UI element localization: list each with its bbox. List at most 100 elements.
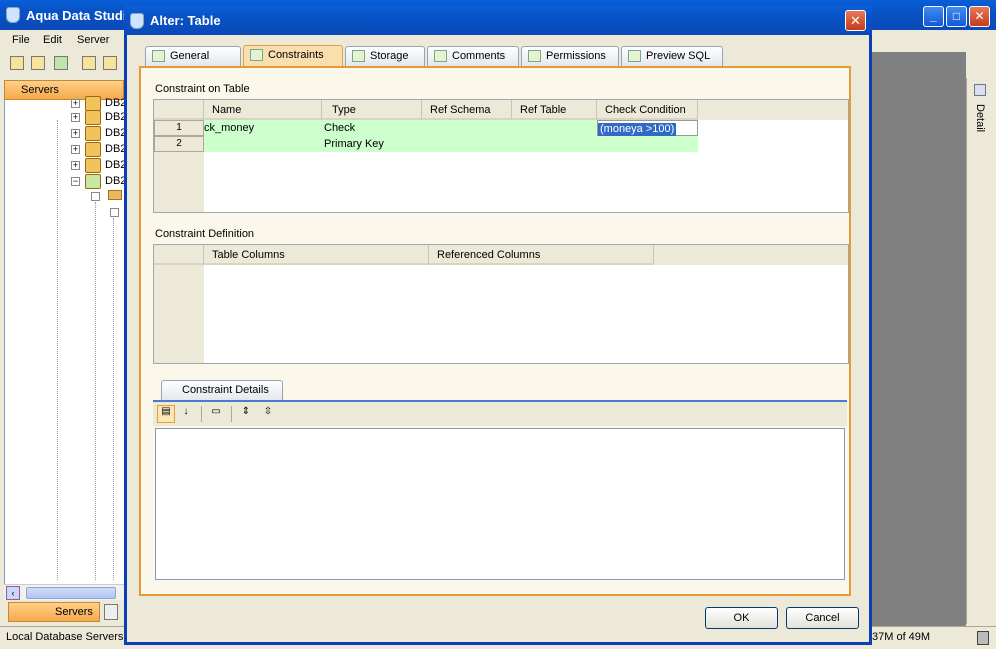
cell-type[interactable]: Primary Key	[322, 136, 422, 152]
servers-tab-label: Servers	[55, 606, 93, 618]
ok-button[interactable]: OK	[705, 607, 778, 629]
row-number[interactable]: 1	[154, 120, 204, 136]
cell-name[interactable]	[204, 136, 322, 152]
col-header-table-columns[interactable]: Table Columns	[204, 245, 429, 265]
database-icon	[85, 158, 101, 173]
toolbar-separator	[201, 406, 202, 422]
cell-check-condition[interactable]	[597, 136, 698, 152]
collapse-icon[interactable]: −	[71, 177, 80, 186]
dialog-app-icon	[130, 13, 144, 29]
tree-guide-line	[113, 218, 114, 580]
grid-header: Name Type Ref Schema Ref Table Check Con…	[154, 100, 848, 120]
table-icon[interactable]	[54, 56, 68, 70]
detail-label[interactable]: Detail	[974, 104, 986, 132]
cell-ref-table[interactable]	[512, 136, 597, 152]
tab-label: Comments	[452, 50, 506, 62]
memory-status: 37M of 49M	[872, 631, 931, 643]
tab-label: Permissions	[546, 50, 606, 62]
new-server-icon[interactable]	[10, 56, 24, 70]
col-header-name[interactable]: Name	[204, 100, 322, 120]
servers-tab[interactable]: Servers	[8, 602, 100, 622]
main-window-title: Aqua Data Studi	[26, 8, 127, 23]
grid-corner	[154, 100, 204, 120]
row-number[interactable]: 2	[154, 136, 204, 152]
collapse-all-icon[interactable]: ⇳	[259, 405, 277, 423]
main-toolbar	[0, 52, 124, 76]
cancel-button[interactable]: Cancel	[786, 607, 859, 629]
app-icon	[6, 7, 20, 23]
tree-guide-line	[57, 120, 58, 580]
constraint-details-tab[interactable]: Constraint Details	[161, 380, 283, 400]
servers-panel-title: Servers	[21, 84, 59, 96]
definition-grid[interactable]: Table Columns Referenced Columns	[153, 244, 849, 364]
dialog-titlebar: Alter: Table ✕	[124, 6, 872, 35]
constraint-on-table-label: Constraint on Table	[155, 83, 250, 95]
expand-icon[interactable]: +	[71, 129, 80, 138]
tab-constraints[interactable]: Constraints	[243, 45, 343, 67]
col-header-referenced-columns[interactable]: Referenced Columns	[429, 245, 654, 265]
unregister-icon[interactable]	[103, 56, 117, 70]
col-header-ref-table[interactable]: Ref Table	[512, 100, 597, 120]
collapse-icon[interactable]	[91, 192, 100, 201]
constraints-grid[interactable]: Name Type Ref Schema Ref Table Check Con…	[153, 99, 849, 213]
tab-label: Storage	[370, 50, 409, 62]
check-condition-selected-text[interactable]: (moneya >100)	[598, 123, 677, 136]
menu-server[interactable]: Server	[77, 34, 109, 46]
tab-label: General	[170, 50, 210, 62]
scroll-left-icon[interactable]: ‹	[6, 586, 20, 600]
expand-icon[interactable]: +	[71, 99, 80, 108]
col-header-check-condition[interactable]: Check Condition	[597, 100, 698, 120]
col-header-ref-schema[interactable]: Ref Schema	[422, 100, 512, 120]
dialog-title: Alter: Table	[150, 13, 221, 28]
remove-server-icon[interactable]	[31, 56, 45, 70]
menu-file[interactable]: File	[12, 34, 30, 46]
sort-alpha-icon[interactable]: ↓	[177, 405, 195, 423]
permissions-icon	[528, 50, 541, 62]
database-icon	[85, 174, 101, 189]
detail-icon	[974, 84, 986, 96]
schema-icon	[108, 190, 122, 200]
tree-horizontal-scrollbar[interactable]: ‹	[4, 584, 124, 600]
expand-icon[interactable]: +	[71, 161, 80, 170]
servers-tree[interactable]: + DB2 + DB2 + DB2 + DB2 + DB2 − DB2	[4, 96, 126, 584]
maximize-button[interactable]: □	[946, 6, 967, 27]
trash-icon[interactable]	[977, 631, 989, 645]
tab-permissions[interactable]: Permissions	[521, 46, 619, 66]
expand-all-icon[interactable]: ⇕	[237, 405, 255, 423]
constraints-icon	[250, 49, 263, 61]
constraints-panel: Constraint on Table Name Type Ref Schema…	[139, 66, 851, 596]
cell-check-condition-editor[interactable]: (moneya >100)	[597, 120, 698, 136]
detail-side-panel[interactable]: Detail	[966, 78, 992, 624]
expand-icon[interactable]: +	[71, 145, 80, 154]
document-icon[interactable]	[104, 604, 118, 620]
cell-ref-schema[interactable]	[422, 136, 512, 152]
toolbar-separator	[231, 406, 232, 422]
register-icon[interactable]	[82, 56, 96, 70]
scroll-thumb[interactable]	[26, 587, 116, 599]
tab-preview-sql[interactable]: Preview SQL	[621, 46, 723, 66]
details-toolbar: ▤ ↓ ▭ ⇕ ⇳	[153, 400, 847, 426]
col-header-type[interactable]: Type	[322, 100, 422, 120]
menu-edit[interactable]: Edit	[43, 34, 62, 46]
cell-type[interactable]: Check	[322, 120, 422, 136]
database-icon	[85, 126, 101, 141]
storage-icon	[352, 50, 365, 62]
expand-icon[interactable]: +	[71, 113, 80, 122]
tab-comments[interactable]: Comments	[427, 46, 519, 66]
tab-storage[interactable]: Storage	[345, 46, 425, 66]
status-text: Local Database Servers	[6, 631, 124, 643]
cell-name[interactable]: ck_money	[204, 120, 322, 136]
preview-sql-icon	[628, 50, 641, 62]
database-icon	[85, 110, 101, 125]
tab-general[interactable]: General	[145, 46, 241, 66]
cell-ref-schema[interactable]	[422, 120, 512, 136]
categorized-icon[interactable]: ▤	[157, 405, 175, 423]
constraint-details-area[interactable]	[155, 428, 845, 580]
minimize-button[interactable]: _	[923, 6, 944, 27]
main-close-button[interactable]: ✕	[969, 6, 990, 27]
dialog-close-button[interactable]: ✕	[845, 10, 866, 31]
tab-label: Constraints	[268, 49, 324, 61]
property-pages-icon[interactable]: ▭	[207, 405, 225, 423]
collapse-icon[interactable]	[110, 208, 119, 217]
cell-ref-table[interactable]	[512, 120, 597, 136]
